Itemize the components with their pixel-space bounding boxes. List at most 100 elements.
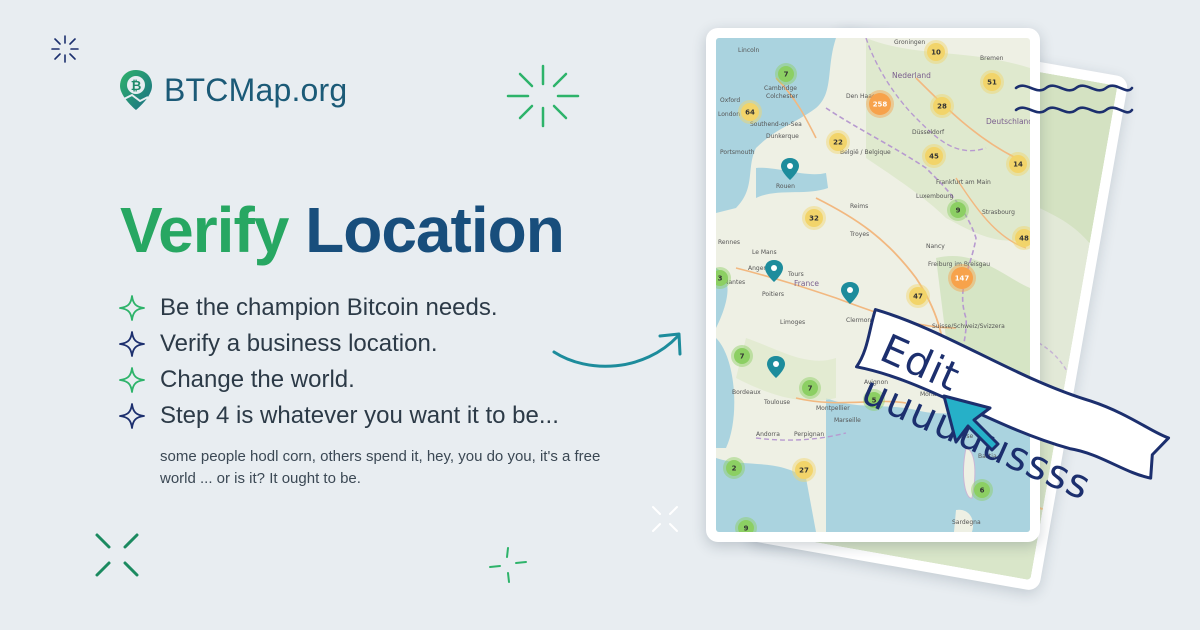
- curved-arrow-icon: [552, 332, 682, 368]
- map-cluster-marker[interactable]: 2: [723, 457, 745, 479]
- map-cluster-count: 3: [718, 275, 723, 283]
- sparkle-burst-icon: [506, 64, 580, 128]
- map-cluster-count: 22: [833, 139, 843, 147]
- map-place-label: Toulouse: [763, 399, 790, 406]
- step-text: Verify a business location.: [160, 330, 438, 357]
- map-cluster-marker[interactable]: 45: [922, 144, 946, 168]
- list-item: Change the world.: [118, 362, 559, 398]
- map-cluster-marker[interactable]: 14: [1006, 152, 1030, 176]
- map-cluster-count: 32: [809, 215, 819, 223]
- map-place-label: Groningen: [894, 39, 925, 46]
- map-place-label: Strasbourg: [982, 209, 1015, 216]
- map-place-label: Oxford: [720, 97, 740, 104]
- cursor-arrow-icon: [942, 394, 1000, 452]
- map-cluster-count: 10: [931, 49, 941, 57]
- sparkle-burst-icon: [51, 35, 79, 63]
- map-cluster-marker[interactable]: 6: [971, 479, 993, 501]
- map-place-label: Bremen: [980, 55, 1004, 62]
- map-cluster-count: 6: [980, 487, 985, 495]
- footnote-text: some people hodl corn, others spend it, …: [160, 448, 601, 487]
- list-item: Be the champion Bitcoin needs.: [118, 290, 559, 326]
- map-place-label: Cambridge: [764, 85, 797, 92]
- map-cluster-marker[interactable]: 7: [775, 63, 797, 85]
- map-cluster-count: 14: [1013, 161, 1023, 169]
- map-place-label: Rennes: [718, 239, 740, 246]
- map-place-label: Bordeaux: [732, 389, 761, 396]
- map-place-label: Sardegna: [952, 519, 981, 526]
- wavy-lines-icon: [1014, 84, 1134, 114]
- map-place-label: Limoges: [780, 319, 805, 326]
- title-word-location: Location: [305, 194, 565, 266]
- map-cluster-count: 9: [956, 207, 961, 215]
- map-cluster-count: 45: [929, 153, 939, 161]
- sparkle-star-icon: [119, 331, 145, 357]
- sparkle-x-icon: [95, 533, 139, 577]
- map-place-label: Perpignan: [794, 431, 824, 438]
- map-cluster-count: 28: [937, 103, 947, 111]
- map-place-label: Tours: [787, 271, 804, 278]
- map-place-label: France: [794, 279, 819, 288]
- map-place-label: Le Mans: [752, 249, 777, 256]
- map-place-label: Southend-on-Sea: [750, 121, 802, 128]
- map-cluster-marker[interactable]: 28: [930, 94, 954, 118]
- map-place-label: Lincoln: [738, 47, 759, 54]
- map-cluster-count: 7: [808, 385, 813, 393]
- map-cluster-count: 47: [913, 293, 923, 301]
- map-cluster-marker[interactable]: 22: [826, 130, 850, 154]
- map-cluster-marker[interactable]: 258: [866, 90, 894, 118]
- map-cluster-marker[interactable]: 10: [924, 40, 948, 64]
- map-cluster-marker[interactable]: 32: [802, 206, 826, 230]
- map-cluster-count: 48: [1019, 235, 1029, 243]
- list-item: Step 4 is whatever you want it to be...: [118, 398, 559, 434]
- list-item: Verify a business location.: [118, 326, 559, 362]
- map-place-label: Düsseldorf: [912, 129, 945, 136]
- map-location-pin-dot: [771, 265, 777, 271]
- map-place-label: Reims: [850, 203, 868, 210]
- map-location-pin-dot: [773, 361, 779, 367]
- map-cluster-count: 258: [873, 101, 888, 109]
- map-cluster-marker[interactable]: 147: [948, 264, 976, 292]
- map-place-label: London: [718, 111, 740, 118]
- btcmap-pin-logo-icon: ₿: [120, 70, 152, 110]
- step-text: Step 4 is whatever you want it to be...: [160, 402, 559, 429]
- map-place-label: Luxembourg: [916, 193, 954, 200]
- map-place-label: Poitiers: [762, 291, 784, 298]
- map-cluster-count: 147: [955, 275, 970, 283]
- map-place-label: Dunkerque: [766, 133, 799, 140]
- map-cluster-marker[interactable]: 51: [980, 70, 1004, 94]
- steps-list: Be the champion Bitcoin needs. Verify a …: [118, 290, 559, 434]
- map-cluster-count: 9: [744, 525, 749, 533]
- map-place-label: Montpellier: [816, 405, 850, 412]
- sparkle-star-icon: [119, 403, 145, 429]
- sparkle-burst-icon: [489, 547, 527, 583]
- map-place-label: Rouen: [776, 183, 795, 190]
- map-cluster-marker[interactable]: 9: [947, 199, 969, 221]
- map-cluster-marker[interactable]: 47: [906, 284, 930, 308]
- map-location-pin-dot: [787, 163, 793, 169]
- page-title: Verify Location: [120, 192, 565, 268]
- map-cluster-count: 64: [745, 109, 755, 117]
- map-cluster-marker[interactable]: 7: [799, 377, 821, 399]
- map-place-label: Nancy: [926, 243, 945, 250]
- map-cluster-marker[interactable]: 7: [731, 345, 753, 367]
- map-location-pin-dot: [847, 287, 853, 293]
- map-place-label: Colchester: [766, 93, 798, 100]
- map-place-label: Frankfurt am Main: [936, 179, 991, 186]
- sparkle-star-icon: [119, 367, 145, 393]
- map-place-label: Marseille: [834, 417, 861, 424]
- map-cluster-count: 27: [799, 467, 809, 475]
- map-place-label: Troyes: [849, 231, 869, 238]
- brand-name: BTCMap.org: [164, 71, 348, 108]
- map-place-label: Nederland: [892, 71, 931, 80]
- map-place-label: België / Belgique: [840, 149, 891, 156]
- sparkle-star-icon: [119, 295, 145, 321]
- step-text: Be the champion Bitcoin needs.: [160, 294, 498, 321]
- title-word-verify: Verify: [120, 194, 289, 266]
- brand-logo[interactable]: ₿ BTCMap.org: [118, 68, 347, 112]
- sparkle-x-icon: [652, 506, 678, 532]
- map-cluster-count: 51: [987, 79, 997, 87]
- map-cluster-marker[interactable]: 64: [738, 100, 762, 124]
- map-cluster-marker[interactable]: 27: [792, 458, 816, 482]
- map-cluster-count: 2: [732, 465, 737, 473]
- svg-text:₿: ₿: [131, 79, 142, 94]
